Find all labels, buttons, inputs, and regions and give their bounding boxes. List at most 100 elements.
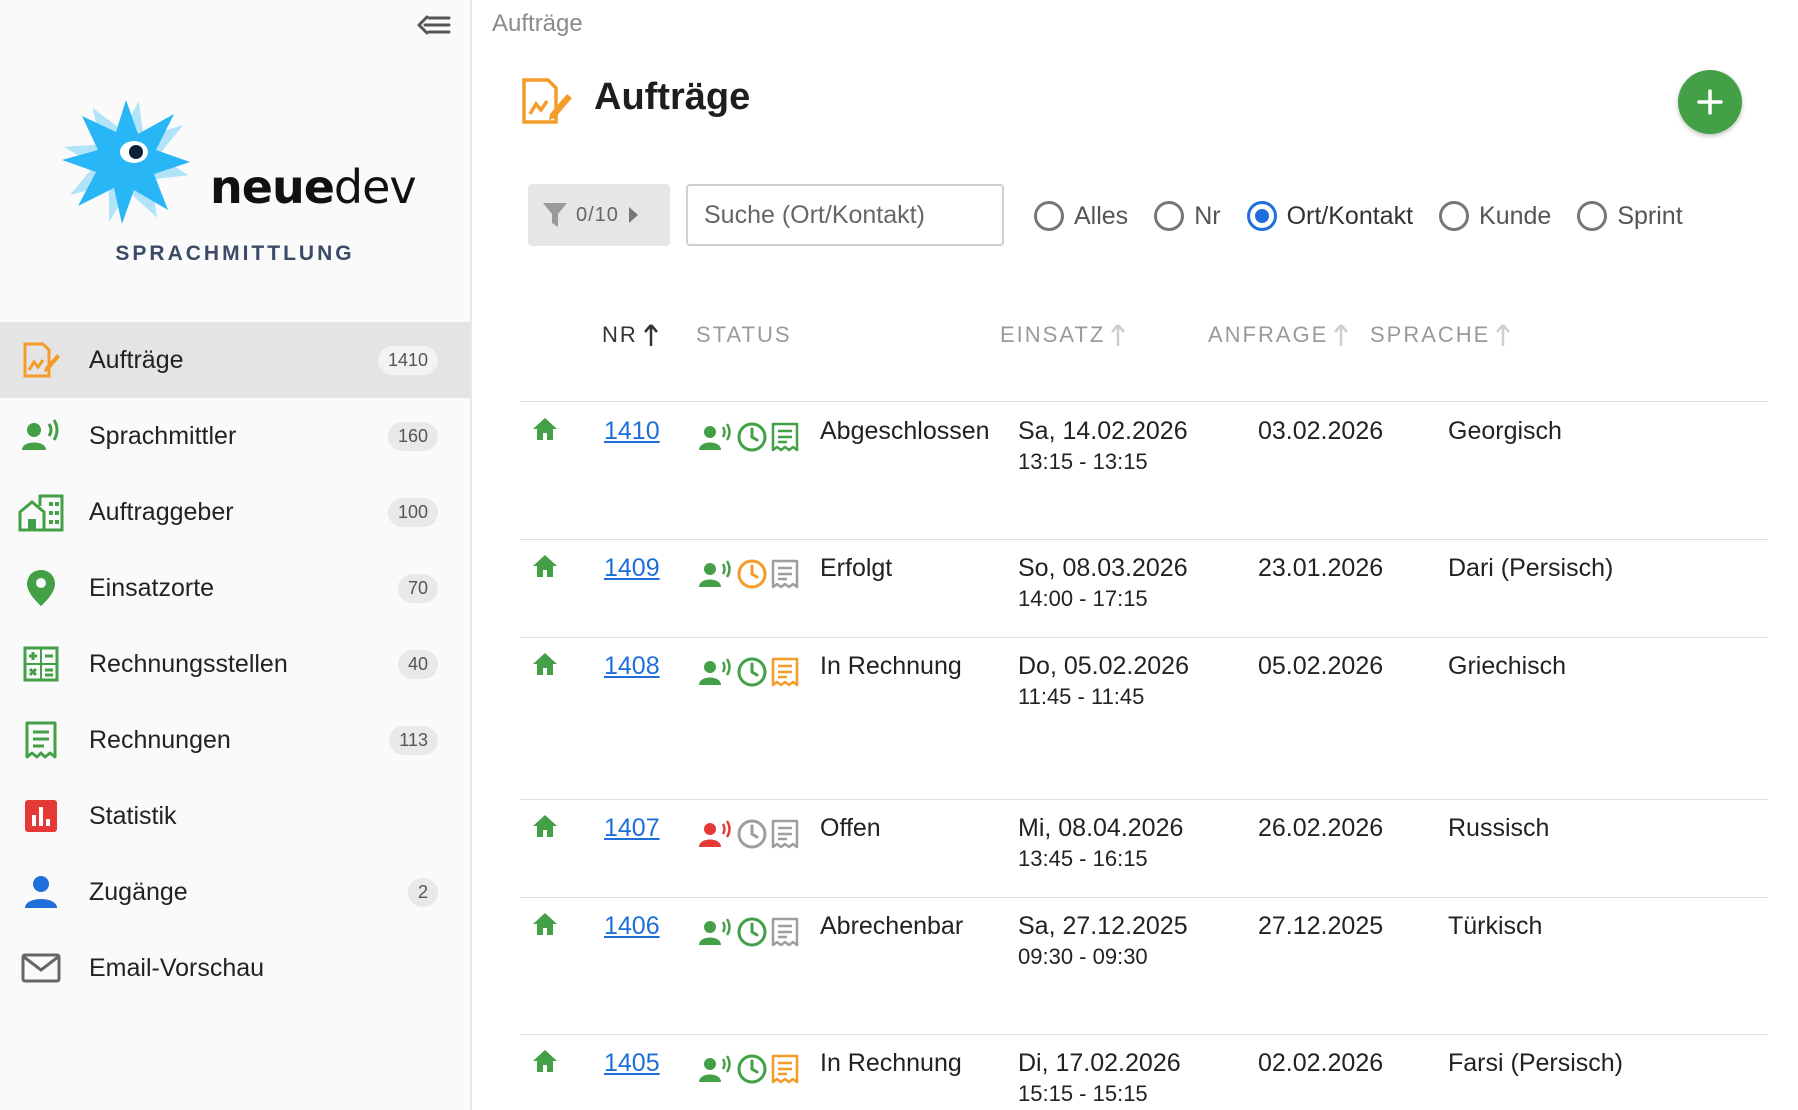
count-badge: 40 <box>397 649 438 679</box>
mail-icon <box>18 945 64 991</box>
table-row[interactable]: 1410 Abgeschlossen Sa, 14.02.2026 13:15 - 1… <box>520 403 1768 540</box>
order-number-link[interactable]: 1405 <box>604 1049 660 1078</box>
einsatz-time: 09:30 - 09:30 <box>1018 944 1148 969</box>
sidebar-item-einsatzorte[interactable]: Einsatzorte 70 <box>0 550 470 626</box>
status-icons <box>698 421 800 453</box>
filter-count: 0/10 <box>576 203 619 226</box>
sidebar-item-email-vorschau[interactable]: Email-Vorschau <box>0 930 470 1006</box>
interpreter-status-icon <box>699 423 731 450</box>
sidebar-item-auftraege[interactable]: Aufträge 1410 <box>0 322 470 398</box>
count-badge: 160 <box>387 421 438 451</box>
filter-icon <box>543 203 567 227</box>
main-content: Aufträge Aufträge 0/10 Alles Nr Ort/Kont… <box>472 0 1798 1110</box>
language: Türkisch <box>1448 912 1543 940</box>
radio-ort-kontakt[interactable]: Ort/Kontakt <box>1246 196 1414 236</box>
status-icons <box>698 656 800 688</box>
add-order-button[interactable] <box>1678 70 1742 134</box>
brand-subtitle: SPRACHMITTLUNG <box>115 242 355 265</box>
sidebar-item-rechnungsstellen[interactable]: Rechnungsstellen 40 <box>0 626 470 702</box>
home-icon <box>533 653 557 675</box>
sidebar-item-zugaenge[interactable]: Zugänge 2 <box>0 854 470 930</box>
einsatz-time: 13:45 - 16:15 <box>1018 846 1148 871</box>
radio-label: Ort/Kontakt <box>1286 201 1414 230</box>
sort-arrow-up-icon <box>1334 324 1349 346</box>
invoice-status-icon <box>771 559 799 589</box>
radio-ring[interactable] <box>1439 201 1470 231</box>
table-row[interactable]: 1408 In Rechnung Do, 05.02.2026 11:45 - 11:… <box>520 638 1768 800</box>
orders-icon <box>522 78 572 124</box>
radio-ring[interactable] <box>1154 201 1185 231</box>
invoice-status-icon <box>771 917 799 947</box>
order-number-link[interactable]: 1407 <box>604 814 660 843</box>
table-row[interactable]: 1405 In Rechnung Di, 17.02.2026 15:15 - 15:… <box>520 1035 1768 1110</box>
home-icon <box>533 1050 557 1072</box>
interpreter-status-icon <box>699 1055 731 1082</box>
column-header-anfrage[interactable]: ANFRAGE <box>1208 322 1349 348</box>
anfrage-date: 26.02.2026 <box>1258 814 1384 842</box>
filter-button[interactable]: 0/10 <box>528 184 670 246</box>
language: Griechisch <box>1448 652 1567 680</box>
sidebar: neuedev SPRACHMITTLUNG Aufträge 1410 Spr… <box>0 0 472 1110</box>
einsatz-time: 14:00 - 17:15 <box>1018 586 1148 611</box>
einsatz-date: Mi, 08.04.2026 <box>1018 814 1184 842</box>
column-label: ANFRAGE <box>1208 322 1329 347</box>
column-header-nr[interactable]: NR <box>602 322 658 348</box>
radio-alles[interactable]: Alles <box>1034 196 1128 236</box>
interpreter-status-icon <box>699 658 731 685</box>
radio-nr[interactable]: Nr <box>1154 196 1221 236</box>
sidebar-item-auftraggeber[interactable]: Auftraggeber 100 <box>0 474 470 550</box>
anfrage-date: 02.02.2026 <box>1258 1049 1384 1077</box>
order-number-link[interactable]: 1409 <box>604 554 660 583</box>
invoice-status-icon <box>771 819 799 849</box>
orders-icon <box>18 337 64 383</box>
sidebar-item-sprachmittler[interactable]: Sprachmittler 160 <box>0 398 470 474</box>
radio-ring[interactable] <box>1577 201 1608 231</box>
einsatz-time: 13:15 - 13:15 <box>1018 449 1148 474</box>
order-number-link[interactable]: 1410 <box>604 417 660 446</box>
person-icon <box>18 869 64 915</box>
table-row[interactable]: 1406 Abrechenbar Sa, 27.12.2025 09:30 - 09:… <box>520 898 1768 1035</box>
breadcrumb[interactable]: Aufträge <box>492 10 583 38</box>
radio-label: Nr <box>1194 201 1221 230</box>
order-number-link[interactable]: 1408 <box>604 652 660 681</box>
sidebar-item-label: Zugänge <box>89 877 188 906</box>
interpreter-status-icon <box>699 820 731 847</box>
sort-arrow-up-icon <box>1111 324 1126 346</box>
status-icons <box>698 818 800 850</box>
language: Georgisch <box>1448 417 1562 445</box>
column-header-einsatz[interactable]: EINSATZ <box>1000 322 1126 348</box>
anfrage-date: 05.02.2026 <box>1258 652 1384 680</box>
clock-status-icon <box>737 819 767 849</box>
interpreter-status-icon <box>699 918 731 945</box>
table-row[interactable]: 1409 Erfolgt So, 08.03.2026 14:00 - 17:15 23… <box>520 540 1768 638</box>
collapse-menu-icon <box>417 15 451 35</box>
column-label: SPRACHE <box>1370 322 1491 347</box>
status-icons <box>698 916 800 948</box>
sidebar-item-label: Rechnungsstellen <box>89 649 288 678</box>
sidebar-item-rechnungen[interactable]: Rechnungen 113 <box>0 702 470 778</box>
brand-logo-icon <box>62 100 190 224</box>
count-badge: 100 <box>387 497 438 527</box>
anfrage-date: 03.02.2026 <box>1258 417 1384 445</box>
search-input[interactable] <box>686 184 1004 246</box>
sidebar-item-label: Sprachmittler <box>89 421 237 450</box>
column-header-sprache[interactable]: SPRACHE <box>1370 322 1511 348</box>
radio-ring[interactable] <box>1246 201 1277 231</box>
sidebar-item-statistik[interactable]: Statistik <box>0 778 470 854</box>
column-header-status[interactable]: STATUS <box>696 322 792 348</box>
radio-sprint[interactable]: Sprint <box>1577 196 1683 236</box>
chevron-right-icon <box>628 207 638 223</box>
sidebar-item-label: Aufträge <box>89 345 184 374</box>
collapse-sidebar-button[interactable] <box>414 10 454 40</box>
interpreter-icon <box>18 413 64 459</box>
order-number-link[interactable]: 1406 <box>604 912 660 941</box>
language: Dari (Persisch) <box>1448 554 1614 582</box>
radio-label: Sprint <box>1617 201 1683 230</box>
einsatz-time: 15:15 - 15:15 <box>1018 1081 1148 1106</box>
radio-ring[interactable] <box>1034 201 1064 231</box>
radio-kunde[interactable]: Kunde <box>1439 196 1551 236</box>
location-pin-icon <box>18 565 64 611</box>
sidebar-item-label: Email-Vorschau <box>89 953 265 982</box>
invoice-status-icon <box>771 422 799 452</box>
table-row[interactable]: 1407 Offen Mi, 08.04.2026 13:45 - 16:15 26.0… <box>520 800 1768 898</box>
